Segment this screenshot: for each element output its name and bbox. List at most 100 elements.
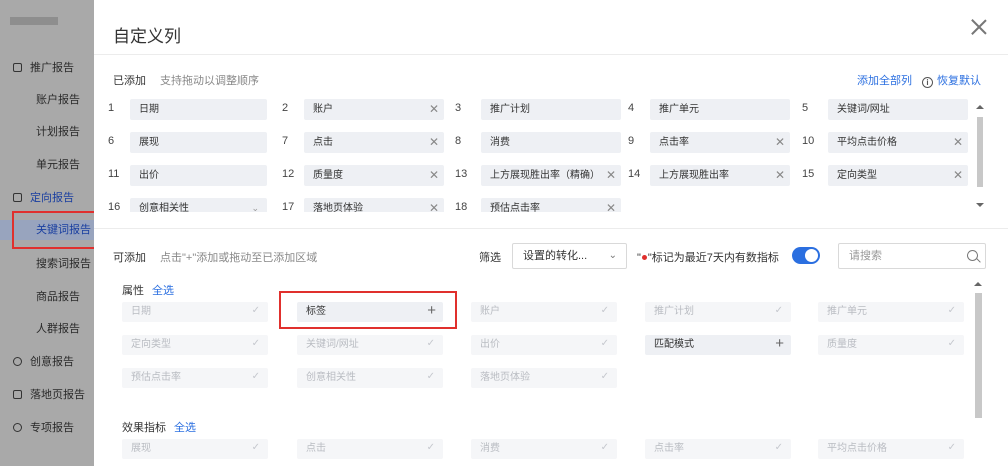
column-chip[interactable]: 点击率 ✕ xyxy=(650,132,790,153)
search-icon[interactable] xyxy=(967,250,978,261)
sidebar-item[interactable]: 账户报告 xyxy=(0,90,96,110)
option-label: 消费 xyxy=(480,443,500,454)
column-chip[interactable]: 创意相关性 ⌄ xyxy=(130,198,267,212)
added-column-item[interactable]: 14 上方展现胜出率 ✕ xyxy=(628,163,798,187)
scroll-up-icon[interactable] xyxy=(974,282,982,286)
remove-icon[interactable]: ✕ xyxy=(953,132,963,153)
option-label: 质量度 xyxy=(827,339,857,350)
add-icon[interactable]: + xyxy=(775,335,784,354)
sidebar-item[interactable]: 专项报告 xyxy=(0,418,96,438)
check-icon: ✓ xyxy=(947,305,956,316)
column-chip[interactable]: 上方展现胜出率 ✕ xyxy=(650,165,790,186)
conversion-filter-select[interactable]: 设置的转化... ⌄ xyxy=(512,243,627,269)
remove-icon[interactable]: ✕ xyxy=(953,165,963,186)
sidebar-item[interactable]: 商品报告 xyxy=(0,287,96,307)
added-column-item[interactable]: 5 关键词/网址 xyxy=(802,97,972,121)
column-chip[interactable]: 账户 ✕ xyxy=(304,99,444,120)
sidebar-item-label: 搜索词报告 xyxy=(36,258,91,270)
landing-icon xyxy=(13,390,22,399)
sidebar-item[interactable]: 推广报告 xyxy=(0,58,96,78)
column-chip[interactable]: 平均点击价格 ✕ xyxy=(828,132,968,153)
scroll-thumb[interactable] xyxy=(975,293,982,418)
sidebar-item[interactable]: 定向报告 xyxy=(0,188,96,208)
column-index: 6 xyxy=(108,135,115,147)
column-chip[interactable]: 上方展现胜出率（精确） ✕ xyxy=(481,165,621,186)
column-chip[interactable]: 落地页体验 ✕ xyxy=(304,198,444,212)
search-input[interactable] xyxy=(838,243,986,269)
added-column-item[interactable]: 15 定向类型 ✕ xyxy=(802,163,972,187)
added-column-item[interactable]: 7 点击 ✕ xyxy=(282,130,452,154)
column-chip[interactable]: 推广计划 xyxy=(481,99,621,120)
added-column-item[interactable]: 13 上方展现胜出率（精确） ✕ xyxy=(455,163,625,187)
added-column-item[interactable]: 2 账户 ✕ xyxy=(282,97,452,121)
remove-icon[interactable]: ✕ xyxy=(429,165,439,186)
add-all-columns-link[interactable]: 添加全部列 xyxy=(857,72,912,88)
added-column-item[interactable]: 9 点击率 ✕ xyxy=(628,130,798,154)
added-column-item[interactable]: 11 出价 xyxy=(108,163,278,187)
select-all-link[interactable]: 全选 xyxy=(152,285,174,297)
remove-icon[interactable]: ✕ xyxy=(429,198,439,212)
sidebar-item[interactable]: 人群报告 xyxy=(0,319,96,339)
added-column-item[interactable]: 12 质量度 ✕ xyxy=(282,163,452,187)
sidebar-item[interactable]: 落地页报告 xyxy=(0,385,96,405)
remove-icon[interactable]: ✕ xyxy=(775,165,785,186)
column-chip[interactable]: 推广单元 xyxy=(650,99,790,120)
sidebar-item[interactable]: 计划报告 xyxy=(0,122,96,142)
sidebar-item[interactable]: 单元报告 xyxy=(0,155,96,175)
added-column-item[interactable]: 4 推广单元 xyxy=(628,97,798,121)
dialog-title: 自定义列 xyxy=(113,27,181,46)
recent-metric-toggle[interactable] xyxy=(792,247,820,264)
chevron-down-icon[interactable]: ⌄ xyxy=(251,198,259,212)
close-icon[interactable] xyxy=(970,18,988,36)
available-option: 点击 ✓ xyxy=(297,439,443,459)
column-chip[interactable]: 展现 xyxy=(130,132,267,153)
remove-icon[interactable]: ✕ xyxy=(775,132,785,153)
select-all-link[interactable]: 全选 xyxy=(174,422,196,434)
available-option: 消费 ✓ xyxy=(471,439,617,459)
logo xyxy=(10,17,58,25)
added-column-item[interactable]: 1 日期 xyxy=(108,97,278,121)
column-index: 13 xyxy=(455,168,468,180)
scroll-down-icon[interactable] xyxy=(976,203,984,207)
column-chip-label: 推广单元 xyxy=(659,104,699,115)
remove-icon[interactable]: ✕ xyxy=(606,165,616,186)
added-scrollbar[interactable] xyxy=(974,101,984,211)
added-column-item[interactable]: 3 推广计划 xyxy=(455,97,625,121)
column-index: 4 xyxy=(628,102,635,114)
option-label: 预估点击率 xyxy=(131,372,181,383)
column-chip[interactable]: 消费 xyxy=(481,132,621,153)
scroll-up-icon[interactable] xyxy=(976,105,984,109)
added-column-item[interactable]: 17 落地页体验 ✕ xyxy=(282,196,452,212)
column-chip-label: 展现 xyxy=(139,137,159,148)
remove-icon[interactable]: ✕ xyxy=(429,132,439,153)
added-column-item[interactable]: 18 预估点击率 ✕ xyxy=(455,196,625,212)
remove-icon[interactable]: ✕ xyxy=(606,198,616,212)
column-index: 1 xyxy=(108,102,115,114)
column-chip[interactable]: 日期 xyxy=(130,99,267,120)
column-chip[interactable]: 质量度 ✕ xyxy=(304,165,444,186)
sidebar-item[interactable]: 搜索词报告 xyxy=(0,254,96,274)
column-chip-label: 上方展现胜出率（精确） xyxy=(490,170,600,181)
added-column-item[interactable]: 6 展现 xyxy=(108,130,278,154)
column-chip[interactable]: 出价 xyxy=(130,165,267,186)
remove-icon[interactable]: ✕ xyxy=(429,99,439,120)
column-chip-label: 质量度 xyxy=(313,170,343,181)
column-chip-label: 出价 xyxy=(139,170,159,181)
column-chip[interactable]: 点击 ✕ xyxy=(304,132,444,153)
sidebar-item[interactable]: 创意报告 xyxy=(0,352,96,372)
column-chip-label: 定向类型 xyxy=(837,170,877,181)
column-chip[interactable]: 关键词/网址 xyxy=(828,99,968,120)
column-chip[interactable]: 定向类型 ✕ xyxy=(828,165,968,186)
group-label: 效果指标 全选 xyxy=(122,422,196,434)
restore-default-button[interactable]: i 恢复默认 xyxy=(922,72,981,88)
available-option[interactable]: 匹配模式 + xyxy=(645,335,791,355)
available-scrollbar[interactable] xyxy=(972,278,984,466)
available-option: 关键词/网址 ✓ xyxy=(297,335,443,355)
check-icon: ✓ xyxy=(251,305,260,316)
added-column-item[interactable]: 16 创意相关性 ⌄ xyxy=(108,196,278,212)
option-label: 展现 xyxy=(131,443,151,454)
added-column-item[interactable]: 10 平均点击价格 ✕ xyxy=(802,130,972,154)
column-chip[interactable]: 预估点击率 ✕ xyxy=(481,198,621,212)
scroll-thumb[interactable] xyxy=(977,117,983,187)
added-column-item[interactable]: 8 消费 xyxy=(455,130,625,154)
